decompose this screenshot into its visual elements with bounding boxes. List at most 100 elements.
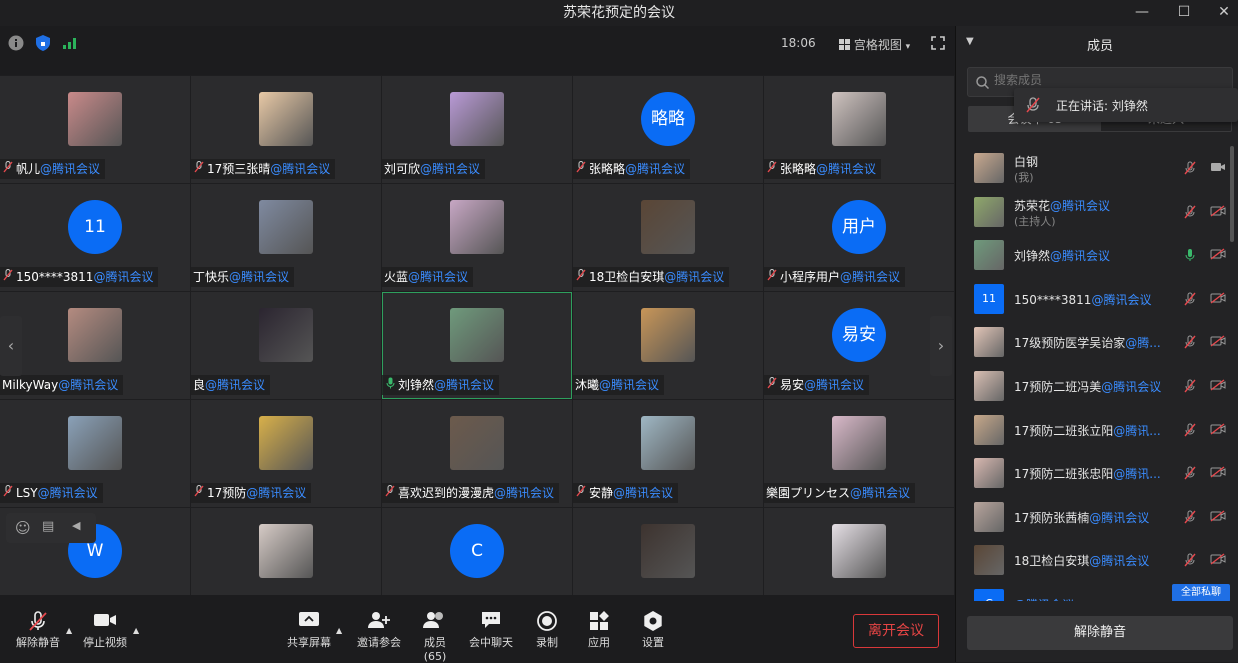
invite-button[interactable]: 邀请参会	[357, 610, 401, 650]
participant-name-tag: 刘可欣@腾讯会议	[382, 159, 486, 179]
mic-muted-icon[interactable]	[1184, 292, 1196, 309]
meeting-clock: 18:06	[781, 36, 816, 50]
record-button[interactable]: 录制	[525, 610, 569, 650]
camera-off-icon[interactable]	[1210, 248, 1226, 263]
member-row[interactable]: 17级预防医学吴诒家@腾...	[956, 321, 1238, 364]
member-row[interactable]: 17预防张茜楠@腾讯会议	[956, 496, 1238, 539]
comment-icon[interactable]: ▤	[42, 519, 54, 534]
video-tile[interactable]: 17预三张晴@腾讯会议	[191, 76, 381, 183]
camera-off-icon[interactable]	[1210, 205, 1226, 220]
unmute-button[interactable]: 解除静音	[16, 610, 60, 650]
camera-off-icon[interactable]	[1210, 510, 1226, 525]
prev-page-button[interactable]: ‹	[0, 316, 22, 376]
members-icon	[413, 610, 457, 634]
mic-muted-icon[interactable]	[1184, 466, 1196, 483]
mic-muted-icon[interactable]	[1184, 205, 1196, 222]
camera-off-icon[interactable]	[1210, 335, 1226, 350]
apps-button[interactable]: 应用	[577, 610, 621, 650]
leave-meeting-button[interactable]: 离开会议	[853, 614, 939, 648]
participant-name-tag: 150****3811@腾讯会议	[0, 267, 159, 287]
camera-off-icon[interactable]	[1210, 466, 1226, 481]
video-tile[interactable]: 易安 易安@腾讯会议	[764, 292, 954, 399]
share-screen-button[interactable]: 共享屏幕	[287, 610, 331, 650]
member-list-scrollbar[interactable]	[1230, 146, 1234, 242]
video-tile[interactable]: 安静@腾讯会议	[573, 400, 763, 507]
mic-muted-icon[interactable]	[1184, 161, 1196, 178]
video-tile[interactable]: 用户 小程序用户@腾讯会议	[764, 184, 954, 291]
video-tile[interactable]: 良@腾讯会议	[191, 292, 381, 399]
maximize-button[interactable]: ☐	[1164, 0, 1204, 26]
minimize-button[interactable]: —	[1122, 0, 1162, 26]
unmute-all-button[interactable]: 解除静音	[967, 616, 1233, 650]
apps-label: 应用	[588, 636, 610, 649]
video-tile[interactable]: 略略 张略略@腾讯会议	[573, 76, 763, 183]
video-tile[interactable]: 刘铮然@腾讯会议	[382, 292, 572, 399]
video-tile[interactable]: MilkyWay@腾讯会议	[0, 292, 190, 399]
video-tile[interactable]: 17预防@腾讯会议	[191, 400, 381, 507]
mic-muted-icon[interactable]	[1184, 553, 1196, 570]
share-options-caret[interactable]: ▲	[336, 626, 342, 635]
camera-off-icon[interactable]	[1210, 292, 1226, 307]
video-grid: 帆儿@腾讯会议 17预三张晴@腾讯会议 刘可欣@腾讯会议 略略 张略略@腾讯会议 张略略@…	[0, 75, 955, 595]
member-row[interactable]: 18卫检白安琪@腾讯会议	[956, 539, 1238, 582]
video-tile[interactable]: 火蓝@腾讯会议	[382, 184, 572, 291]
video-tile[interactable]: 沐曦@腾讯会议	[573, 292, 763, 399]
camera-off-icon[interactable]	[1210, 553, 1226, 568]
emoji-icon[interactable]: ☺	[15, 519, 31, 537]
avatar	[450, 200, 504, 254]
video-tile[interactable]	[764, 508, 954, 595]
member-row[interactable]: 11 150****3811@腾讯会议	[956, 278, 1238, 321]
member-row[interactable]: 刘铮然@腾讯会议	[956, 234, 1238, 277]
chat-button[interactable]: 会中聊天	[469, 610, 513, 650]
collapse-arrow-icon[interactable]: ◀	[72, 519, 80, 532]
video-tile[interactable]: LSY@腾讯会议	[0, 400, 190, 507]
video-tile[interactable]: 喜欢迟到的漫漫虎@腾讯会议	[382, 400, 572, 507]
mic-muted-icon[interactable]	[1184, 335, 1196, 352]
collapse-panel-icon[interactable]: ▼	[966, 36, 974, 47]
video-tile[interactable]: C	[382, 508, 572, 595]
video-tile[interactable]: 帆儿@腾讯会议	[0, 76, 190, 183]
fullscreen-icon[interactable]	[931, 36, 945, 50]
video-tile[interactable]	[573, 508, 763, 595]
member-row[interactable]: 白钢 (我)	[956, 147, 1238, 190]
video-tile[interactable]	[191, 508, 381, 595]
video-tile[interactable]: 刘可欣@腾讯会议	[382, 76, 572, 183]
settings-button[interactable]: 设置	[631, 610, 675, 650]
chat-label: 会中聊天	[469, 636, 513, 649]
mic-muted-icon[interactable]	[1184, 379, 1196, 396]
members-button[interactable]: 成员(65)	[413, 610, 457, 663]
private-chat-all-button[interactable]: 全部私聊	[1172, 584, 1230, 601]
invite-label: 邀请参会	[357, 636, 401, 649]
view-mode-dropdown[interactable]: 宫格视图 ▾	[839, 36, 910, 53]
camera-on-icon[interactable]	[1210, 161, 1226, 176]
member-row[interactable]: 17预防二班张立阳@腾讯...	[956, 409, 1238, 452]
member-row[interactable]: 17预防二班张忠阳@腾讯...	[956, 452, 1238, 495]
camera-off-icon[interactable]	[1210, 379, 1226, 394]
mic-muted-icon[interactable]	[1184, 423, 1196, 440]
search-input[interactable]	[994, 73, 1194, 87]
participant-name: 沐曦	[575, 378, 600, 392]
participant-name-tag: 17预防@腾讯会议	[191, 483, 312, 503]
participant-source-tag: @腾讯会议	[246, 486, 307, 500]
close-window-button[interactable]: ✕	[1204, 0, 1238, 26]
video-tile[interactable]: 丁快乐@腾讯会议	[191, 184, 381, 291]
participant-source-tag: @腾讯会议	[205, 378, 266, 392]
mic-muted-icon[interactable]	[1184, 510, 1196, 527]
video-tile[interactable]: 樂園プリンセス@腾讯会议	[764, 400, 954, 507]
member-source-tag: @腾...	[1125, 336, 1161, 351]
member-row[interactable]: 苏荣花@腾讯会议 (主持人)	[956, 191, 1238, 234]
audio-options-caret[interactable]: ▲	[66, 626, 72, 635]
video-tile[interactable]: 11 150****3811@腾讯会议	[0, 184, 190, 291]
video-tile[interactable]: 张略略@腾讯会议	[764, 76, 954, 183]
video-options-caret[interactable]: ▲	[133, 626, 139, 635]
participant-name: 丁快乐	[193, 270, 230, 284]
participant-name-tag: 喜欢迟到的漫漫虎@腾讯会议	[382, 483, 560, 503]
mic-on-icon[interactable]	[1184, 248, 1196, 265]
camera-off-icon[interactable]	[1210, 423, 1226, 438]
member-row[interactable]: 17预防二班冯美@腾讯会议	[956, 365, 1238, 408]
next-page-button[interactable]: ›	[930, 316, 952, 376]
stop-video-button[interactable]: 停止视频	[83, 610, 127, 650]
info-icon[interactable]	[8, 35, 24, 51]
security-shield-icon[interactable]	[35, 34, 51, 52]
video-tile[interactable]: 18卫检白安琪@腾讯会议	[573, 184, 763, 291]
